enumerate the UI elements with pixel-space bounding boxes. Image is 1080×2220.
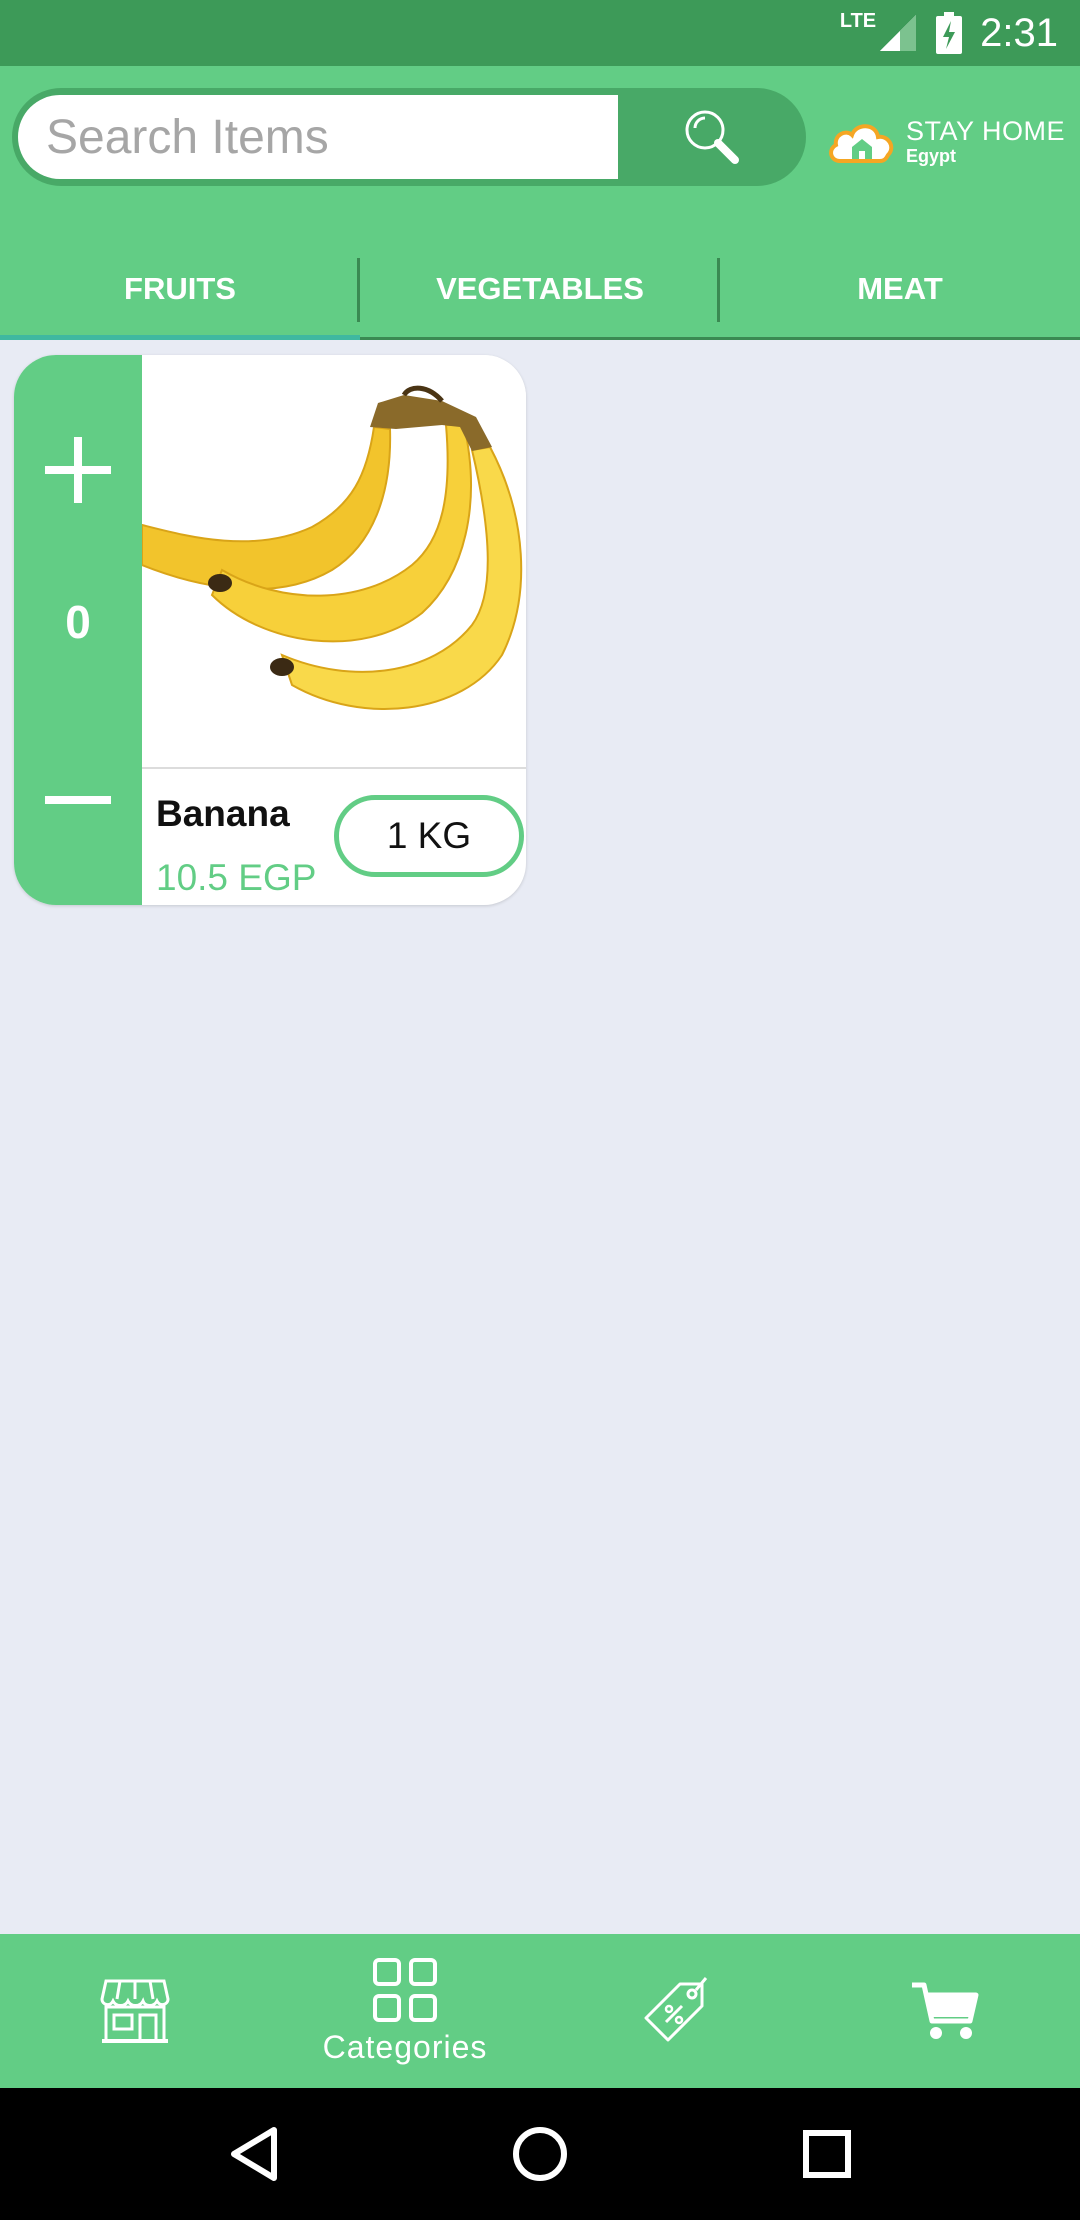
logo-subtitle: Egypt xyxy=(906,145,957,166)
decrease-quantity-button[interactable] xyxy=(14,745,142,855)
increase-quantity-button[interactable] xyxy=(14,415,142,525)
nav-cart[interactable] xyxy=(810,1934,1080,2088)
tab-fruits[interactable]: FRUITS xyxy=(0,240,360,340)
search-input[interactable] xyxy=(18,95,618,179)
system-navigation-bar xyxy=(0,2088,1080,2220)
battery-charging-icon xyxy=(936,12,963,54)
unit-selector-button[interactable]: 1 KG xyxy=(334,795,524,877)
price-tag-icon xyxy=(644,1977,708,2042)
network-type-label: LTE xyxy=(839,9,877,32)
card-divider xyxy=(142,767,526,769)
tab-selected-indicator xyxy=(0,335,360,340)
recents-button[interactable] xyxy=(777,2104,877,2204)
status-bar: LTE 2:31 xyxy=(0,0,1080,66)
tab-vegetables[interactable]: VEGETABLES xyxy=(360,240,720,337)
product-card[interactable]: 0 Banana 10.5 EGP 1 KG xyxy=(14,355,526,905)
back-triangle-icon xyxy=(231,2127,278,2181)
app-header: STAY HOME Egypt FRUITS VEGETABLES MEAT xyxy=(0,66,1080,340)
search-icon xyxy=(685,110,739,164)
banana-image[interactable] xyxy=(141,355,526,767)
status-time: 2:31 xyxy=(980,10,1058,55)
back-button[interactable] xyxy=(203,2104,303,2204)
category-tabs: FRUITS VEGETABLES MEAT xyxy=(0,240,1080,340)
home-circle-icon xyxy=(512,2127,567,2181)
nav-store[interactable] xyxy=(0,1934,270,2088)
tab-label: VEGETABLES xyxy=(436,270,644,306)
product-price: 10.5 EGP xyxy=(156,857,317,898)
signal-icon xyxy=(880,15,917,51)
tab-label: MEAT xyxy=(857,270,943,306)
store-icon xyxy=(100,1979,170,2043)
tab-label: FRUITS xyxy=(124,270,236,306)
banana-illustration xyxy=(141,385,523,710)
minus-icon xyxy=(45,796,111,804)
search-button[interactable] xyxy=(618,88,806,186)
nav-offers[interactable] xyxy=(540,1934,810,2088)
search-bar xyxy=(12,88,806,186)
logo-text: STAY HOME Egypt xyxy=(906,115,1066,166)
cloud-home-icon xyxy=(829,124,894,163)
quantity-stepper: 0 xyxy=(14,355,142,905)
stay-home-logo: STAY HOME Egypt xyxy=(826,106,1066,176)
bottom-navigation: Categories xyxy=(0,1934,1080,2088)
home-button[interactable] xyxy=(490,2104,590,2204)
categories-grid-icon xyxy=(373,1957,437,2022)
tab-meat[interactable]: MEAT xyxy=(720,240,1080,337)
logo-title: STAY HOME xyxy=(906,115,1066,146)
quantity-value: 0 xyxy=(65,596,91,648)
status-icons: LTE 2:31 xyxy=(840,0,1058,66)
nav-label-categories: Categories xyxy=(322,2028,488,2065)
cart-icon xyxy=(912,1982,979,2039)
recents-square-icon xyxy=(802,2130,851,2178)
plus-icon xyxy=(45,437,111,503)
nav-categories[interactable]: Categories xyxy=(270,1934,540,2088)
product-name: Banana xyxy=(156,793,290,834)
